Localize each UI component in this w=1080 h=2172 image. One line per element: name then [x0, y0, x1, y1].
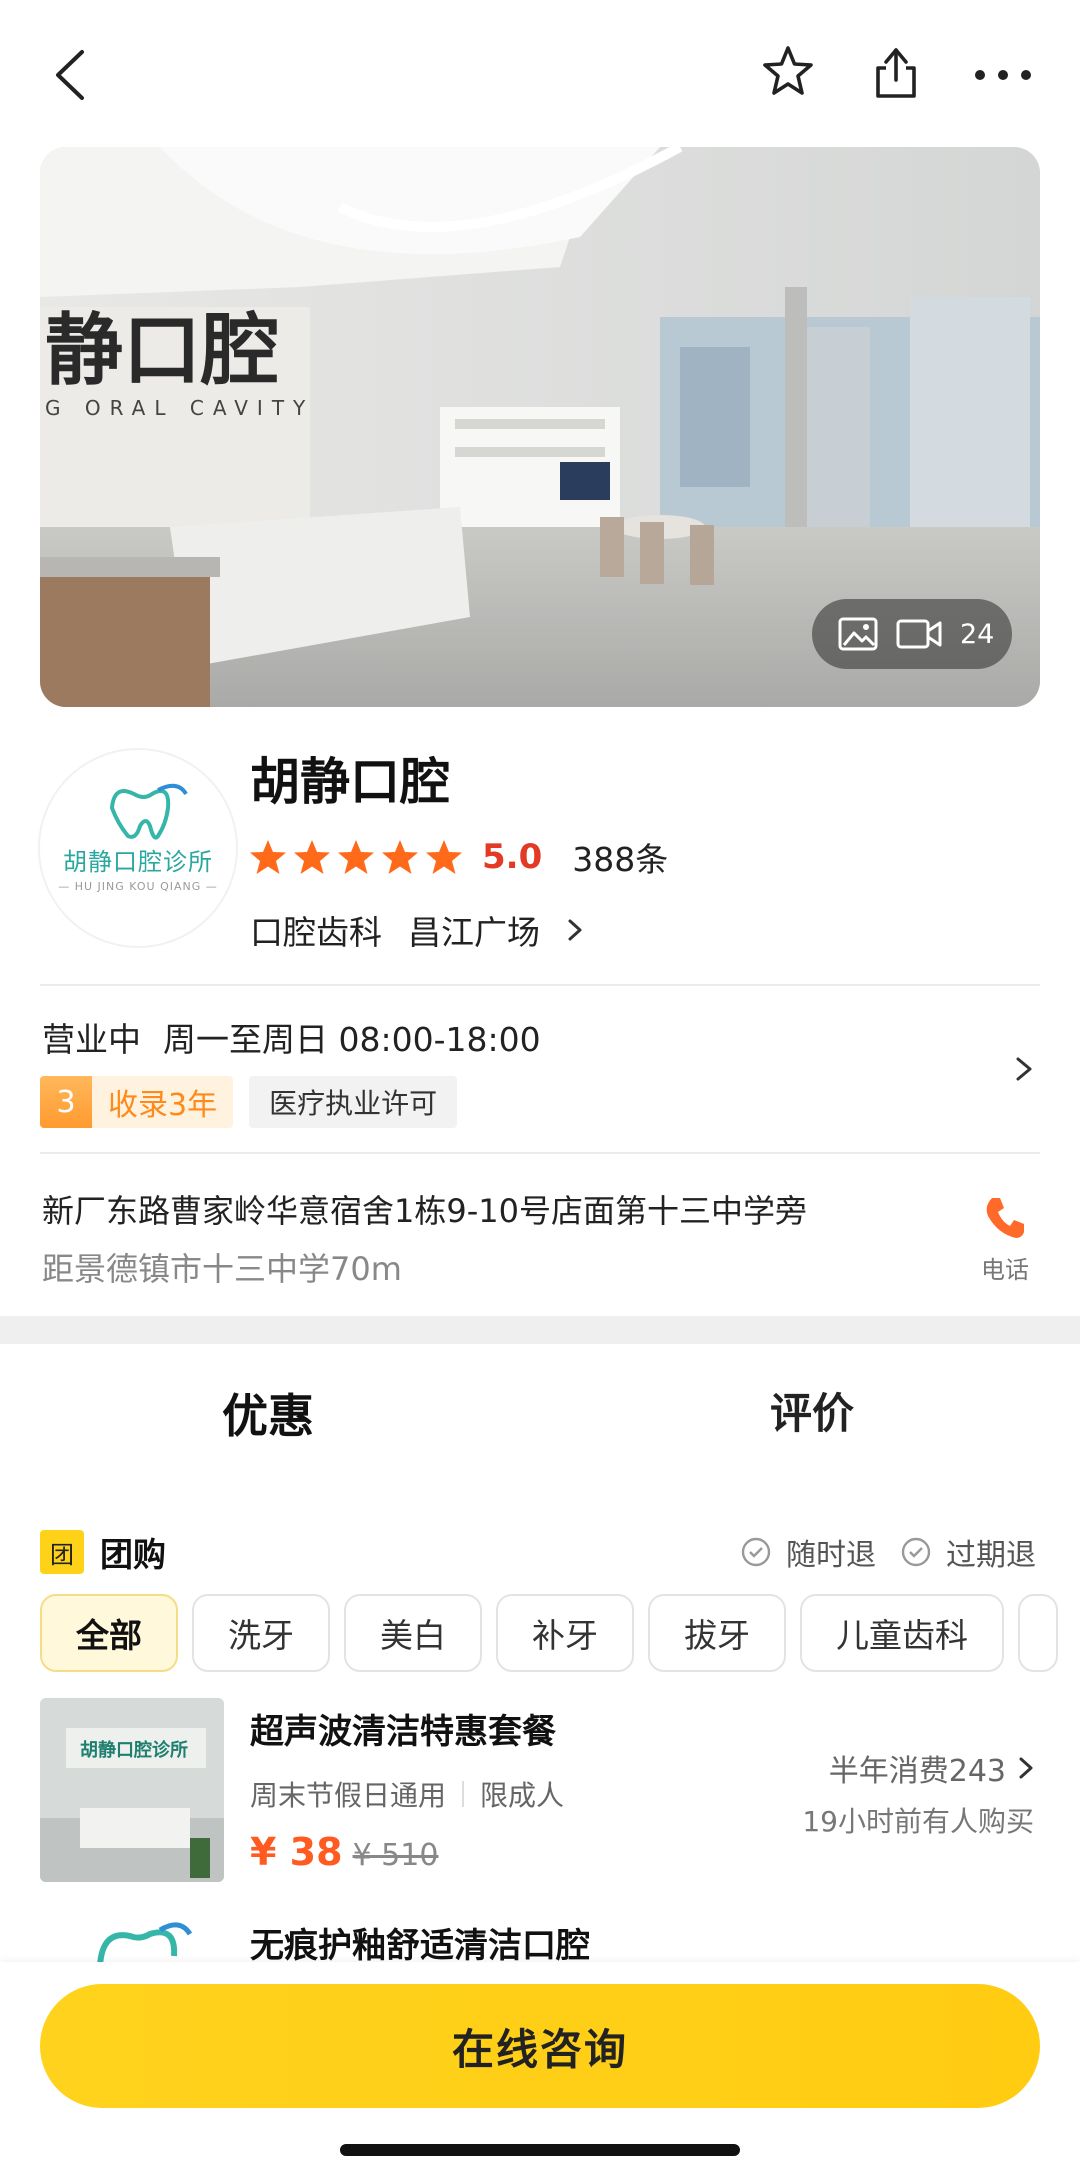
rating-stars	[248, 837, 464, 877]
phone-icon	[986, 1198, 1024, 1238]
hours-chevron-icon[interactable]	[1012, 1054, 1036, 1084]
section-separator	[0, 1316, 1080, 1344]
phone-label: 电话	[981, 1256, 1029, 1284]
media-count: 24	[960, 618, 995, 650]
check-circle-icon	[901, 1537, 931, 1567]
business-hours[interactable]: 营业中 周一至周日 08:00-18:00	[42, 1013, 541, 1061]
refund-expired-label: 过期退	[946, 1538, 1036, 1573]
refund-anytime: 随时退	[740, 1530, 876, 1574]
tab-deals-label: 优惠	[222, 1389, 314, 1443]
tab-reviews-label: 评价	[770, 1389, 855, 1438]
star-icon	[338, 840, 374, 874]
deal-price: ¥ 38 ¥ 510	[250, 1830, 438, 1874]
video-icon	[896, 619, 942, 649]
photo-icon	[838, 617, 878, 651]
chip-whitening[interactable]: 美白	[344, 1594, 482, 1672]
back-button[interactable]	[44, 40, 104, 110]
rating-score: 5.0	[482, 837, 543, 877]
deal-title[interactable]: 无痕护釉舒适清洁口腔	[250, 1918, 590, 1967]
chevron-right-icon	[568, 919, 582, 941]
deal-title[interactable]: 超声波清洁特惠套餐	[250, 1704, 556, 1753]
recent-purchase: 19小时前有人购买	[802, 1805, 1034, 1838]
group-buy-header: 团 团购	[40, 1528, 166, 1576]
share-icon	[876, 48, 916, 98]
logo-text: 胡静口腔诊所	[63, 848, 213, 876]
tooth-logo-icon	[97, 1922, 193, 1966]
svg-text:G ORAL CAVITY: G ORAL CAVITY	[45, 396, 314, 420]
chip-cleaning[interactable]: 洗牙	[192, 1594, 330, 1672]
tab-reviews[interactable]: 评价	[770, 1380, 854, 1441]
deal-photo: 胡静口腔诊所	[40, 1698, 224, 1882]
share-button[interactable]	[866, 40, 926, 104]
divider	[40, 984, 1040, 986]
area-label: 昌江广场	[408, 913, 540, 952]
sales-count: 半年消费243	[828, 1754, 1006, 1789]
years-text: 收录3年	[108, 1088, 218, 1123]
status-text: 营业中	[42, 1020, 141, 1059]
filter-chips: 全部 洗牙 美白 补牙 拔牙 儿童齿科	[40, 1594, 1080, 1674]
chip-extraction[interactable]: 拔牙	[648, 1594, 786, 1672]
logo-subtext: — HU JING KOU QIANG —	[58, 880, 218, 893]
meta-separator	[462, 1781, 465, 1807]
review-count: 388条	[572, 840, 669, 879]
group-buy-title: 团购	[100, 1535, 166, 1574]
deal-photo-sign: 胡静口腔诊所	[80, 1739, 188, 1761]
star-icon	[250, 840, 286, 874]
refund-anytime-label: 随时退	[786, 1538, 876, 1573]
star-icon	[382, 840, 418, 874]
store-photo[interactable]: 静口腔 G ORAL CAVITY 24	[40, 147, 1040, 707]
refund-expired: 过期退	[900, 1530, 1036, 1574]
address[interactable]: 新厂东路曹家岭华意宿舍1栋9-10号店面第十三中学旁	[42, 1186, 807, 1232]
deal-image[interactable]: 胡静口腔诊所	[40, 1698, 224, 1882]
top-bar	[0, 0, 1080, 150]
phone-button[interactable]: 电话	[975, 1188, 1035, 1284]
chip-filling[interactable]: 补牙	[496, 1594, 634, 1672]
deal-image[interactable]	[40, 1906, 224, 1966]
favorite-button[interactable]	[758, 42, 818, 102]
svg-text:静口腔: 静口腔	[45, 306, 279, 396]
deal-meta-usage: 周末节假日通用	[250, 1779, 447, 1812]
chip-more[interactable]	[1018, 1594, 1058, 1672]
distance: 距景德镇市十三中学70m	[42, 1250, 402, 1288]
more-dots-icon	[975, 70, 1031, 80]
group-buy-badge: 团	[40, 1530, 84, 1574]
price-original: ¥ 510	[352, 1838, 439, 1873]
rating-row[interactable]: 5.0 388条	[248, 832, 668, 882]
star-icon	[294, 840, 330, 874]
category-label: 口腔齿科	[250, 913, 382, 952]
price-current: ¥ 38	[250, 1830, 343, 1874]
divider	[40, 1152, 1040, 1154]
years-listed-tag: 3 收录3年	[40, 1076, 234, 1128]
home-indicator	[340, 2144, 740, 2156]
store-logo: 胡静口腔诊所 — HU JING KOU QIANG —	[40, 750, 236, 946]
star-outline-icon	[763, 46, 813, 95]
deal-meta-limit: 限成人	[480, 1779, 565, 1812]
chip-all[interactable]: 全部	[40, 1594, 178, 1672]
years-number: 3	[40, 1076, 92, 1128]
license-tag: 医疗执业许可	[249, 1076, 458, 1128]
tag-row: 3 收录3年 医疗执业许可	[40, 1076, 458, 1128]
more-button[interactable]	[970, 50, 1036, 100]
back-arrow-icon	[56, 50, 84, 100]
check-circle-icon	[741, 1537, 771, 1567]
category-row[interactable]: 口腔齿科 昌江广场	[250, 906, 584, 954]
deal-meta: 周末节假日通用 限成人	[250, 1774, 564, 1814]
chevron-right-icon	[1019, 1757, 1033, 1779]
media-count-pill[interactable]: 24	[812, 599, 1012, 669]
bottom-action-bar: 在线咨询	[0, 1962, 1080, 2172]
online-consult-button[interactable]: 在线咨询	[40, 1984, 1040, 2108]
hours-text: 周一至周日 08:00-18:00	[163, 1020, 541, 1059]
chip-pediatric[interactable]: 儿童齿科	[800, 1594, 1004, 1672]
star-icon	[426, 840, 462, 874]
deal-sales[interactable]: 半年消费243	[829, 1746, 1034, 1790]
tab-deals[interactable]: 优惠	[222, 1380, 314, 1446]
store-name: 胡静口腔	[250, 753, 450, 811]
